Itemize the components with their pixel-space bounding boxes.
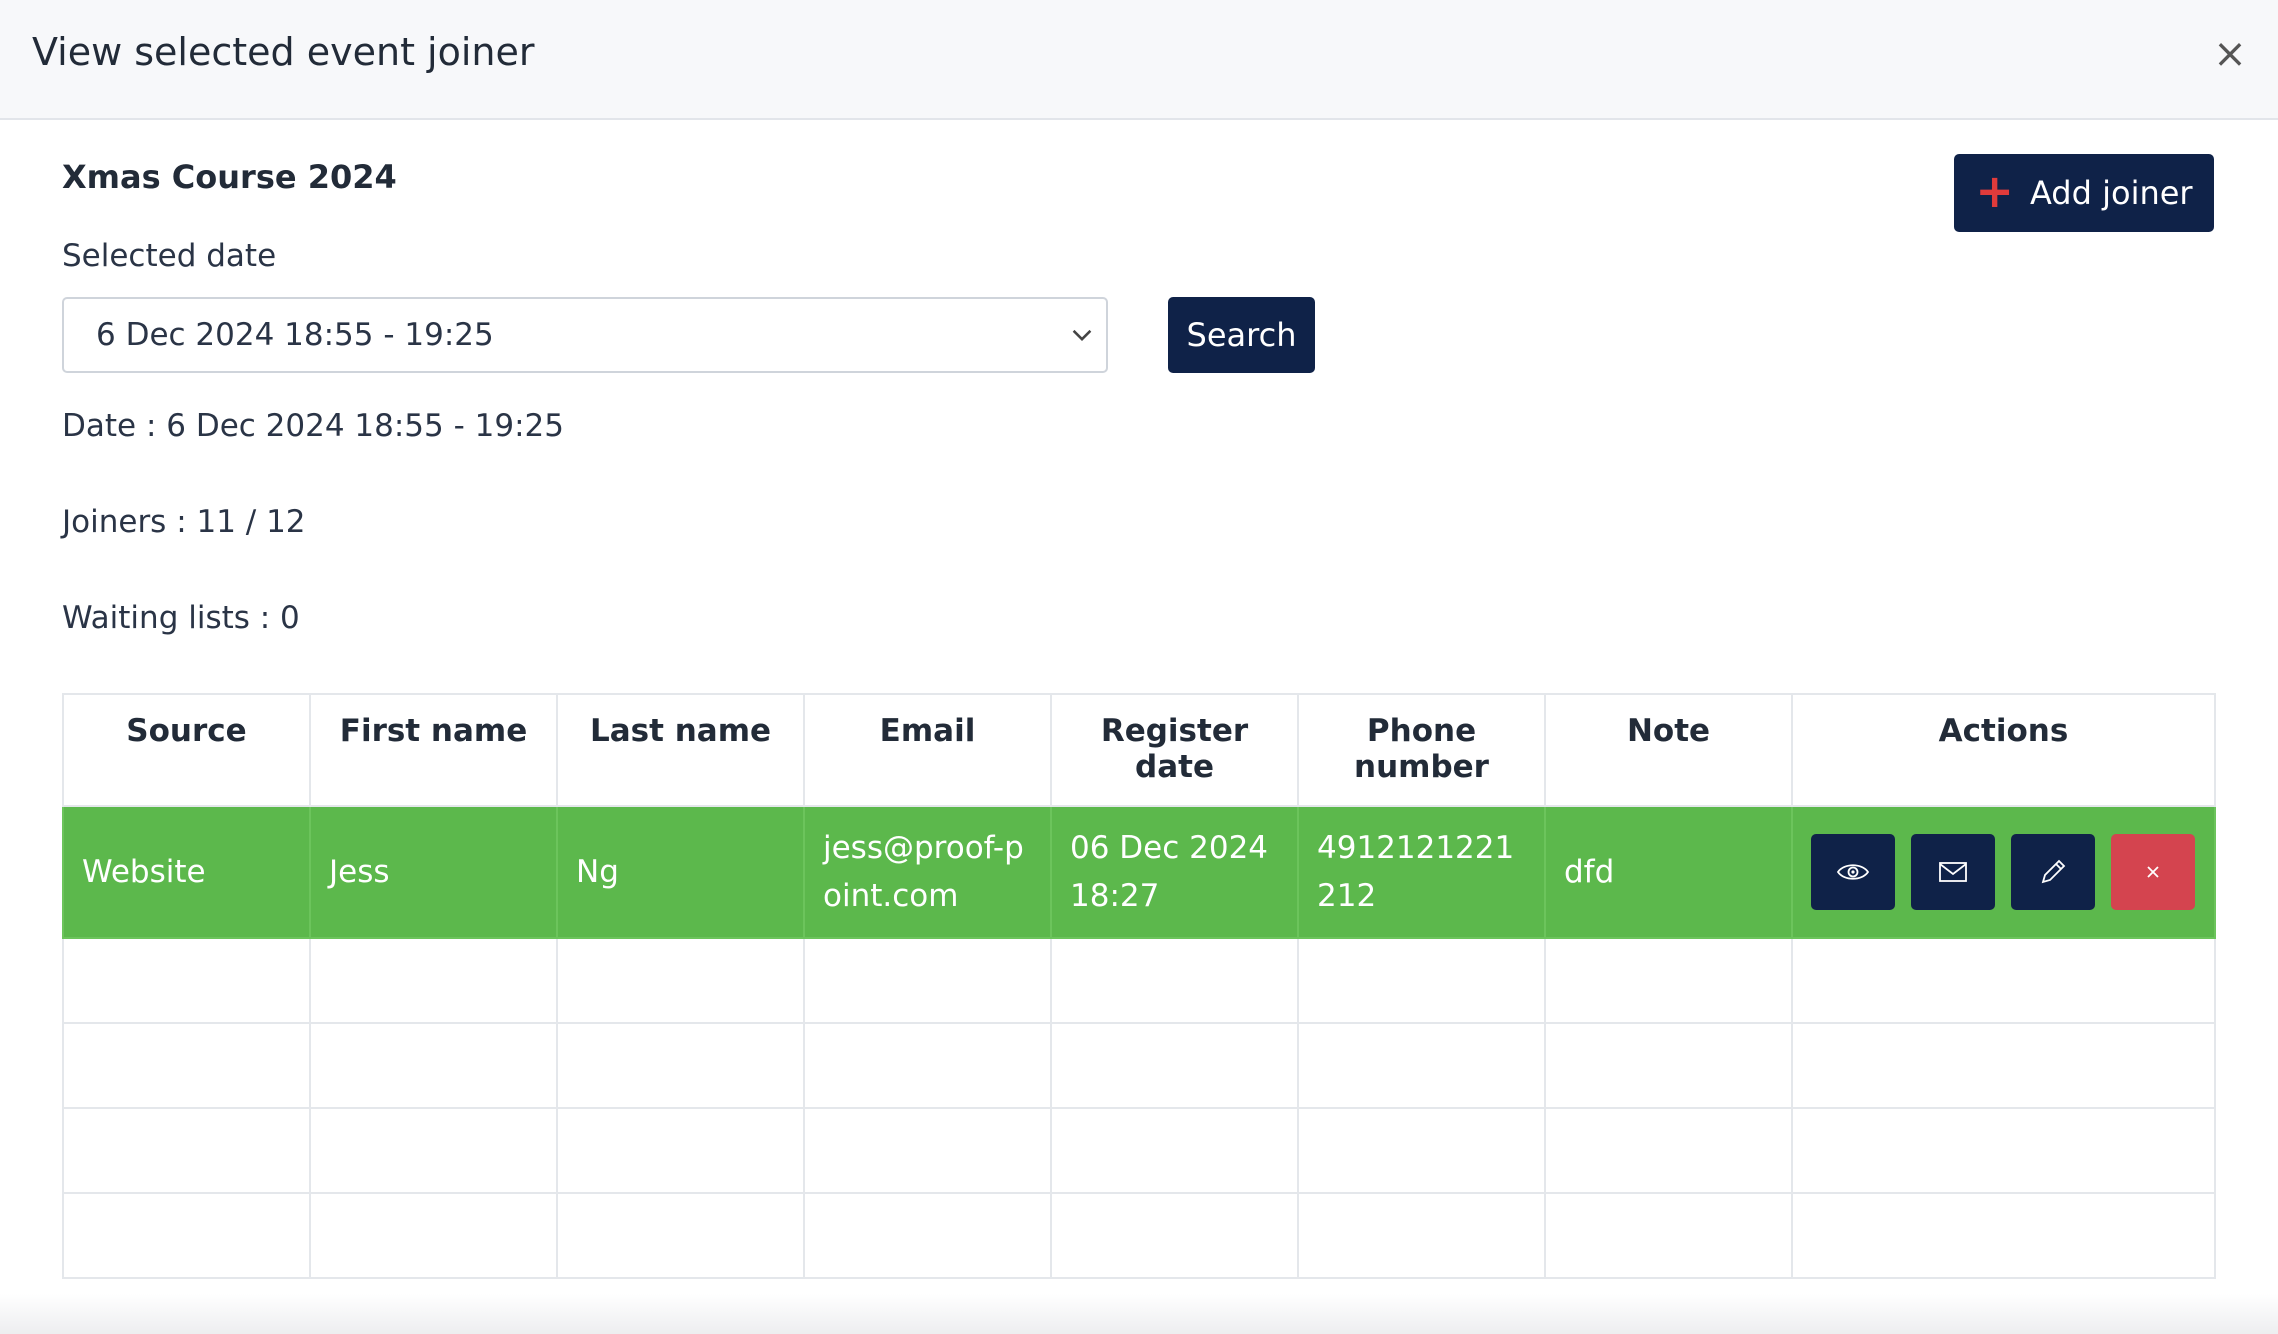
empty-cell [556, 1022, 805, 1109]
empty-cell [1791, 1192, 2216, 1279]
date-select-value: 6 Dec 2024 18:55 - 19:25 [96, 317, 494, 353]
waiting-list-count: Waiting lists : 0 [62, 600, 300, 636]
empty-cell [1791, 1107, 2216, 1194]
email-button[interactable] [1911, 834, 1995, 910]
event-title: Xmas Course 2024 [62, 158, 397, 196]
empty-cell [1544, 937, 1793, 1024]
empty-cell [1544, 1107, 1793, 1194]
empty-cell [1297, 1192, 1546, 1279]
empty-cell [803, 937, 1052, 1024]
empty-cell [803, 1022, 1052, 1109]
bottom-fade [0, 1294, 2278, 1334]
empty-cell [1297, 937, 1546, 1024]
empty-cell [556, 1107, 805, 1194]
add-joiner-button[interactable]: + Add joiner [1954, 154, 2214, 232]
modal-title: View selected event joiner [32, 30, 535, 74]
cell-note: dfd [1544, 805, 1793, 939]
empty-cell [556, 937, 805, 1024]
header-first-name[interactable]: First name [309, 693, 558, 807]
empty-cell [1791, 937, 2216, 1024]
cell-first-name: Jess [309, 805, 558, 939]
empty-cell [1297, 1022, 1546, 1109]
delete-button[interactable] [2111, 834, 2195, 910]
cell-last-name: Ng [556, 805, 805, 939]
cell-email: jess@proof-point.com [803, 805, 1052, 939]
add-joiner-label: Add joiner [2029, 174, 2193, 212]
empty-cell [1050, 937, 1299, 1024]
header-source[interactable]: Source [62, 693, 311, 807]
close-icon [2147, 866, 2159, 878]
empty-cell [1050, 1022, 1299, 1109]
empty-cell [62, 1022, 311, 1109]
empty-cell [1050, 1192, 1299, 1279]
table-row[interactable]: Website Jess Ng jess@proof-point.com 06 … [62, 805, 2216, 939]
header-phone-number[interactable]: Phone number [1297, 693, 1546, 807]
empty-cell [309, 1107, 558, 1194]
edit-button[interactable] [2011, 834, 2095, 910]
row-actions [1811, 834, 2196, 910]
empty-row [62, 1192, 2216, 1279]
header-last-name[interactable]: Last name [556, 693, 805, 807]
empty-row [62, 1107, 2216, 1194]
header-note[interactable]: Note [1544, 693, 1793, 807]
empty-cell [309, 937, 558, 1024]
close-button[interactable]: × [2210, 28, 2250, 80]
empty-cell [309, 1192, 558, 1279]
empty-cell [1297, 1107, 1546, 1194]
envelope-icon [1939, 862, 1967, 882]
empty-cell [556, 1192, 805, 1279]
header-register-date[interactable]: Register date [1050, 693, 1299, 807]
empty-cell [803, 1192, 1052, 1279]
empty-cell [62, 1107, 311, 1194]
empty-cell [62, 937, 311, 1024]
selected-date-label: Selected date [62, 238, 277, 274]
empty-cell [803, 1107, 1052, 1194]
joiners-table: Source First name Last name Email Regist… [62, 693, 2216, 1279]
header-email[interactable]: Email [803, 693, 1052, 807]
cell-register-date: 06 Dec 2024 18:27 [1050, 805, 1299, 939]
empty-row [62, 937, 2216, 1024]
joiners-count: Joiners : 11 / 12 [62, 504, 306, 540]
cell-actions [1791, 805, 2216, 939]
cell-phone: 4912121221212 [1297, 805, 1546, 939]
header-actions: Actions [1791, 693, 2216, 807]
search-button[interactable]: Search [1168, 297, 1315, 373]
modal-header: View selected event joiner × [0, 0, 2278, 120]
plus-icon: + [1975, 164, 2014, 218]
empty-cell [1544, 1192, 1793, 1279]
cell-source: Website [62, 805, 311, 939]
empty-row [62, 1022, 2216, 1109]
event-joiner-modal: View selected event joiner × Xmas Course… [0, 0, 2278, 1334]
empty-cell [1050, 1107, 1299, 1194]
table-header-row: Source First name Last name Email Regist… [62, 693, 2216, 807]
eye-icon [1836, 864, 1870, 880]
pencil-icon [2041, 859, 2066, 884]
view-button[interactable] [1811, 834, 1895, 910]
empty-cell [62, 1192, 311, 1279]
empty-cell [309, 1022, 558, 1109]
date-info: Date : 6 Dec 2024 18:55 - 19:25 [62, 408, 564, 444]
chevron-down-icon [1072, 329, 1092, 341]
empty-cell [1544, 1022, 1793, 1109]
date-select[interactable]: 6 Dec 2024 18:55 - 19:25 [62, 297, 1108, 373]
empty-cell [1791, 1022, 2216, 1109]
